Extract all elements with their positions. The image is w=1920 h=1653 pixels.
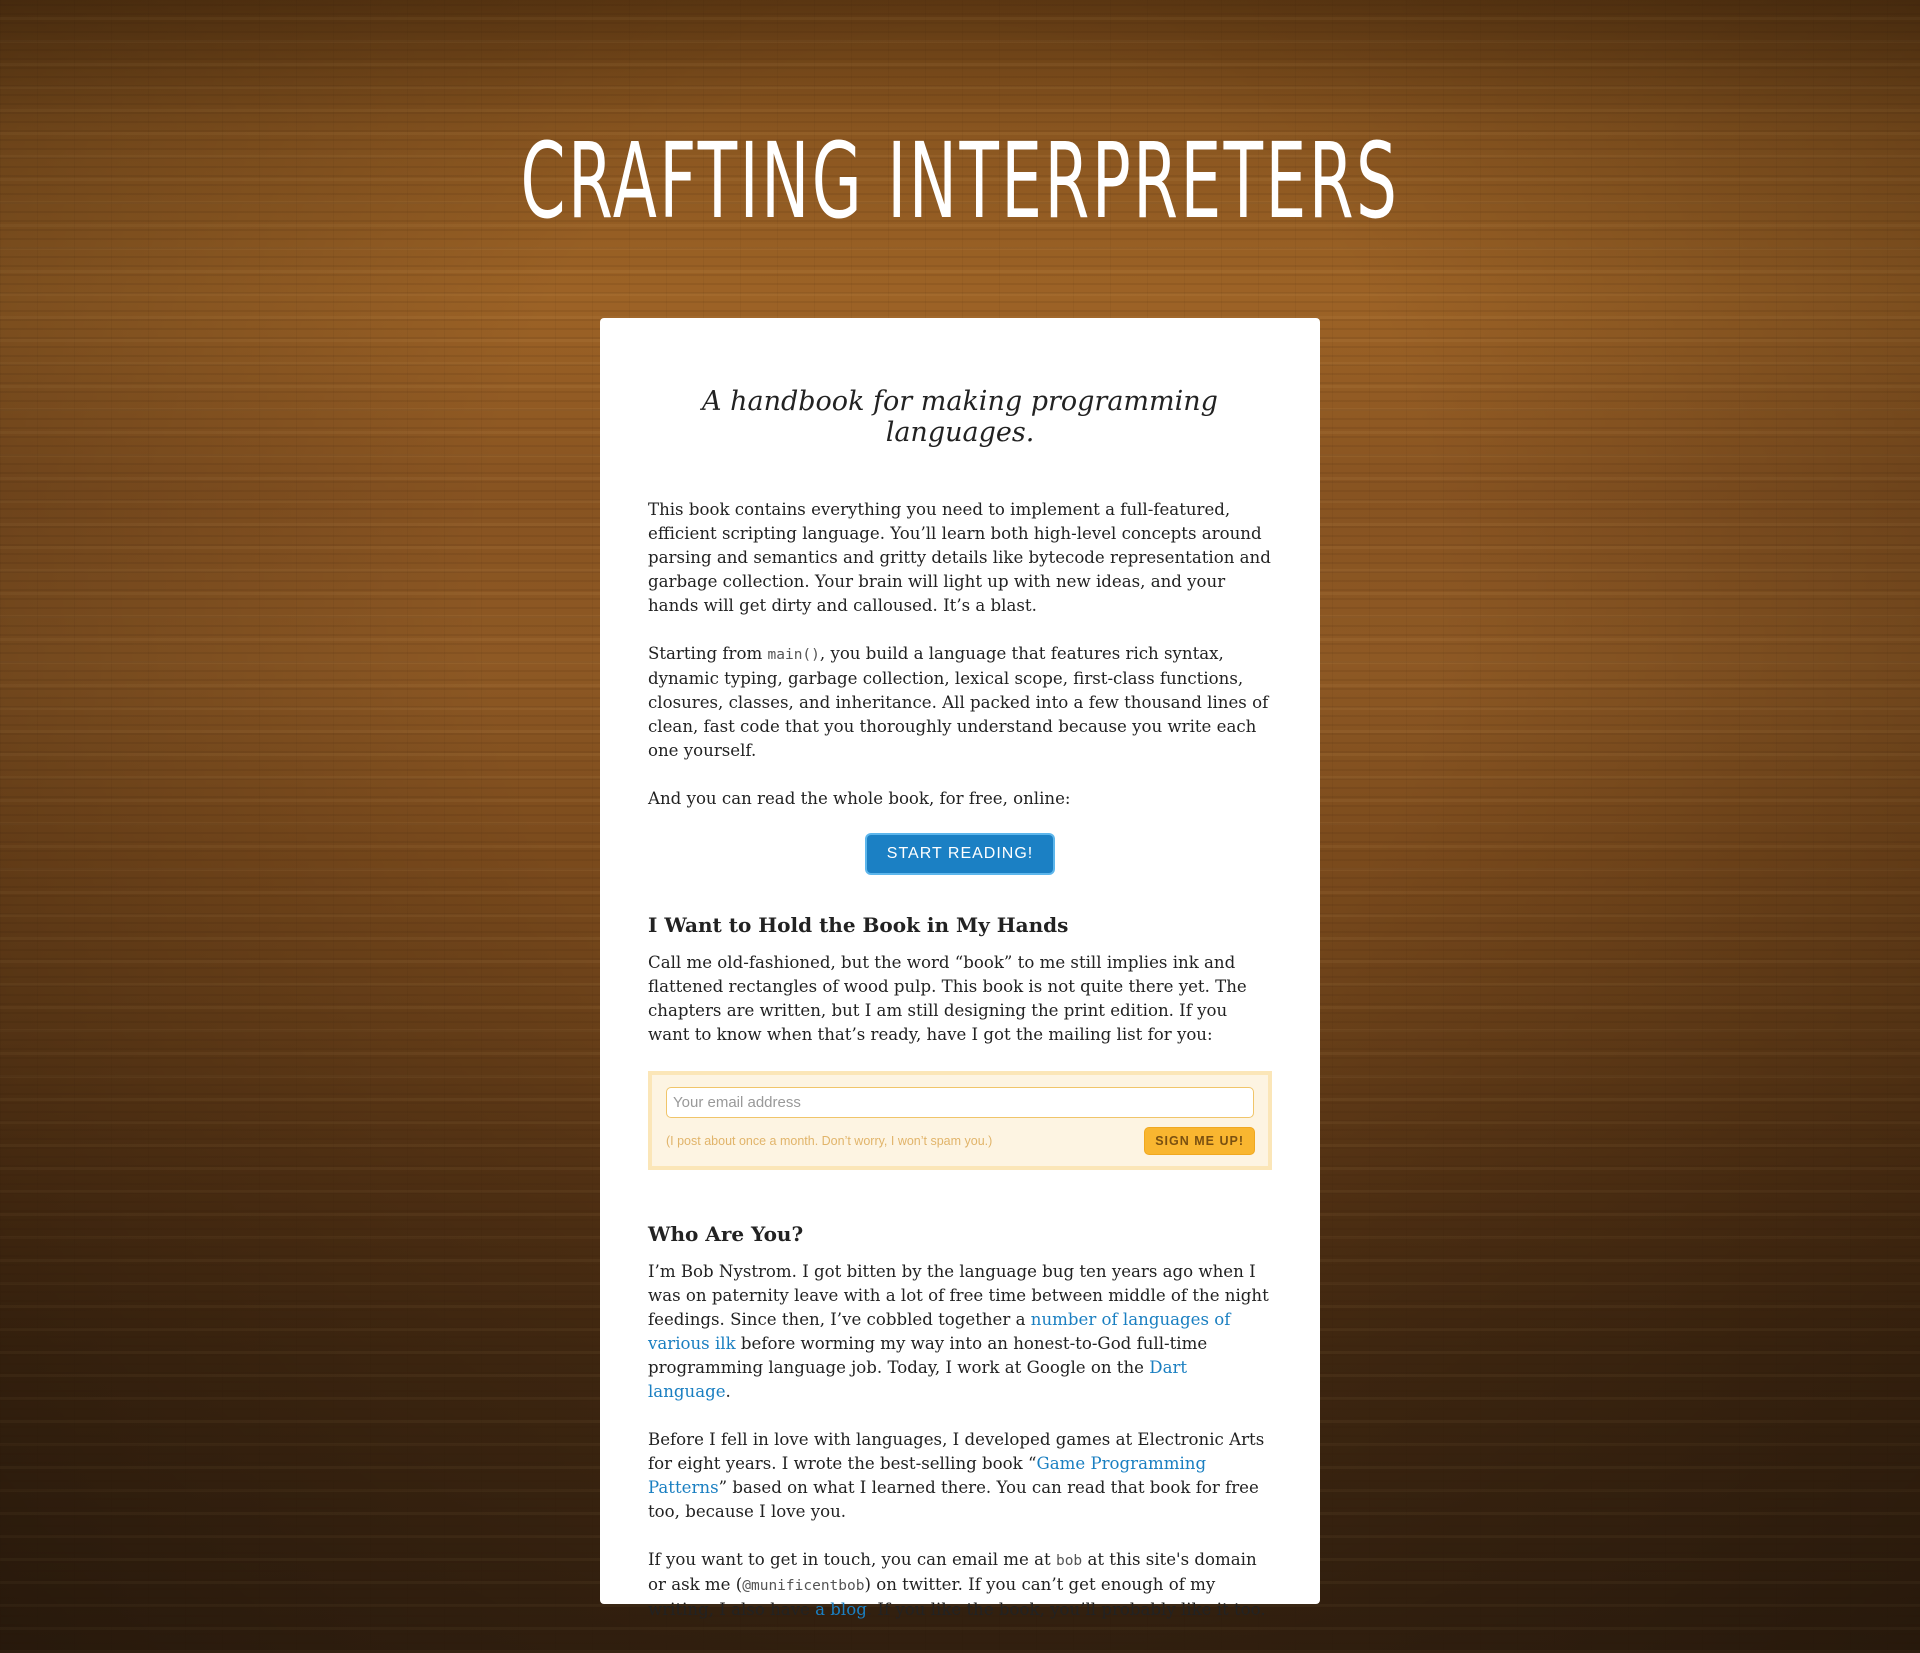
start-reading-row: START READING! [648, 835, 1272, 873]
mailing-list-signup: (I post about once a month. Don’t worry,… [648, 1071, 1272, 1170]
who-paragraph-1: I’m Bob Nystrom. I got bitten by the lan… [648, 1260, 1272, 1404]
intro-paragraph-2: Starting from main(), you build a langua… [648, 642, 1272, 763]
signup-row: (I post about once a month. Don’t worry,… [666, 1128, 1254, 1154]
text-span: . If you like the book, you’ll probably … [866, 1600, 1266, 1619]
text-span: If you want to get in touch, you can ema… [648, 1550, 1056, 1569]
content-card: A handbook for making programming langua… [600, 318, 1320, 1619]
who-paragraph-2: Before I fell in love with languages, I … [648, 1428, 1272, 1524]
code-main: main() [767, 647, 820, 663]
start-reading-button[interactable]: START READING! [866, 835, 1054, 873]
intro-paragraph-1: This book contains everything you need t… [648, 500, 1271, 615]
tagline: A handbook for making programming langua… [702, 386, 1218, 448]
sign-me-up-button[interactable]: SIGN ME UP! [1145, 1128, 1254, 1154]
email-input[interactable] [666, 1087, 1254, 1118]
site-title: CRAFTING INTERPRETERS [520, 120, 1400, 242]
code-email: bob [1055, 1553, 1083, 1569]
text-span: ” based on what I learned there. You can… [648, 1478, 1259, 1521]
hold-book-paragraph: Call me old-fashioned, but the word “boo… [648, 953, 1247, 1044]
hold-book-heading: I Want to Hold the Book in My Hands [648, 913, 1069, 937]
who-heading: Who Are You? [648, 1222, 804, 1246]
text-span: . [725, 1382, 731, 1401]
text-span: Starting from [648, 644, 768, 663]
blog-link[interactable]: a blog [815, 1600, 867, 1619]
signup-note: (I post about once a month. Don’t worry,… [666, 1134, 993, 1148]
intro-paragraph-3: And you can read the whole book, for fre… [648, 789, 1071, 808]
code-twitter: @munificentbob [742, 1578, 865, 1594]
who-paragraph-3: If you want to get in touch, you can ema… [648, 1548, 1272, 1622]
